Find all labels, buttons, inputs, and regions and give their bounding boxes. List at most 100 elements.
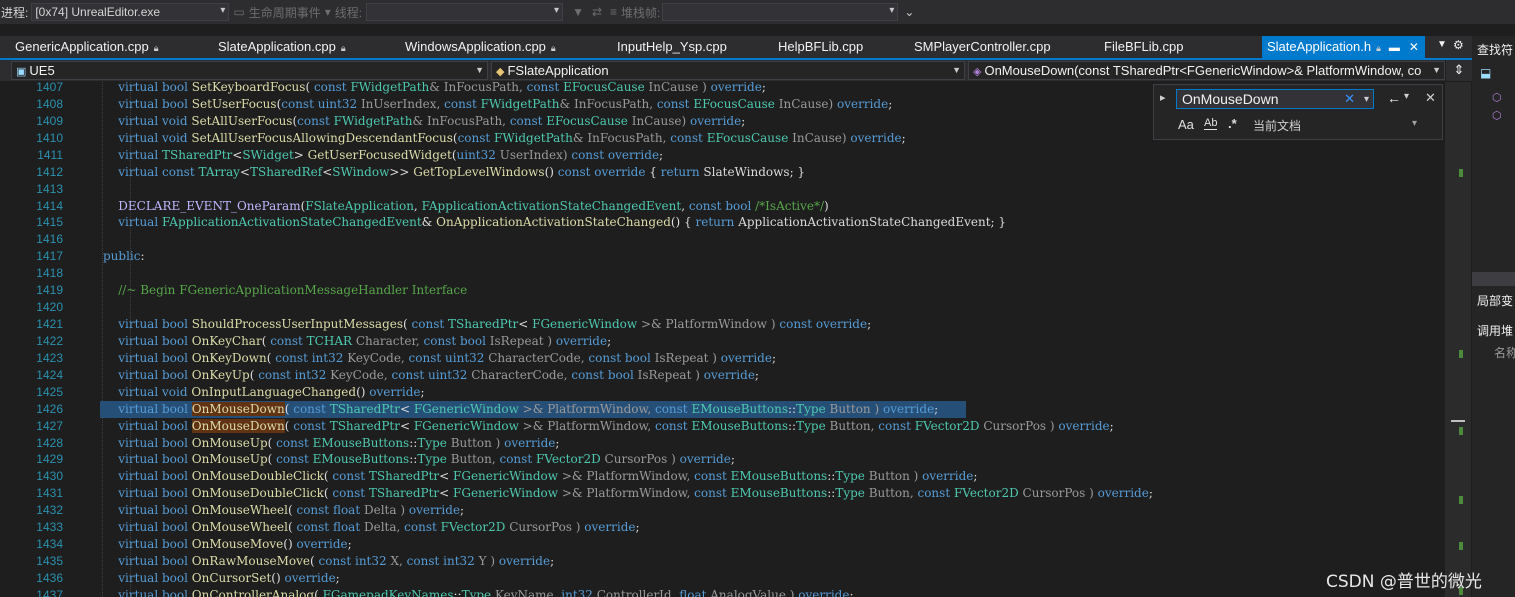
code-token: int32 (294, 367, 327, 382)
scope-dropdown[interactable]: ◆ FSlateApplication ▼ (491, 61, 965, 80)
toggle-flag-icon[interactable]: ⇄ (592, 5, 602, 19)
code-line[interactable]: 1426 virtual bool OnMouseDown( const TSh… (0, 400, 1445, 418)
whole-word-button[interactable]: Ab (1204, 117, 1218, 130)
lifecycle-events-label[interactable]: 生命周期事件 (249, 4, 321, 21)
pin-icon[interactable]: ▬ (1389, 42, 1400, 54)
close-find-icon[interactable]: ✕ (1425, 90, 1436, 106)
code-editor[interactable]: 1407 virtual bool SetKeyboardFocus( cons… (0, 82, 1445, 597)
code-line[interactable]: 1412 virtual const TArray<TSharedRef<SWi… (0, 164, 1445, 181)
tab-smplayercontroller-cpp[interactable]: SMPlayerController.cpp (914, 36, 1051, 58)
code-line[interactable]: 1414 DECLARE_EVENT_OneParam(FSlateApplic… (0, 198, 1445, 215)
member-dropdown[interactable]: ◈ OnMouseDown(const TSharedPtr<FGenericWi… (968, 61, 1445, 80)
code-line[interactable]: 1422 virtual bool OnKeyChar( const TCHAR… (0, 333, 1445, 350)
regex-button[interactable]: .* (1228, 116, 1237, 131)
tab-list-icon[interactable]: ▼ (1437, 39, 1447, 50)
thread-dropdown[interactable]: ▾ (366, 3, 564, 21)
toolbar-overflow-icon[interactable]: ⌄ (904, 5, 914, 19)
code-line[interactable]: 1423 virtual bool OnKeyDown( const int32… (0, 350, 1445, 367)
code-line[interactable]: 1415 virtual FApplicationActivationState… (0, 214, 1445, 231)
code-token: < (439, 486, 454, 501)
stack-frame-dropdown[interactable]: ▾ (662, 3, 899, 21)
tab-filebflib-cpp[interactable]: FileBFLib.cpp (1104, 36, 1183, 58)
tab-helpbflib-cpp[interactable]: HelpBFLib.cpp (778, 36, 863, 58)
gear-icon[interactable]: ⚙ (1453, 38, 1464, 52)
code-line[interactable]: 1418 (0, 265, 1445, 282)
code-line[interactable]: 1435 virtual bool OnRawMouseMove( const … (0, 553, 1445, 570)
code-line[interactable]: 1428 virtual bool OnMouseUp( const EMous… (0, 435, 1445, 452)
code-line[interactable]: 1417 public: (0, 248, 1445, 265)
split-editor-icon[interactable]: ⇕ (1446, 60, 1472, 81)
code-token: const (408, 350, 442, 365)
show-flagged-icon[interactable]: ≡ (610, 5, 617, 19)
tab-windowsapplication-cpp[interactable]: WindowsApplication.cpp 🔒︎ (405, 36, 556, 58)
expand-replace-icon[interactable]: ▸ (1160, 91, 1166, 104)
tab-slateapplication-cpp[interactable]: SlateApplication.cpp 🔒︎ (218, 36, 346, 58)
callstack-panel-title[interactable]: 调用堆 (1477, 322, 1513, 339)
horizontal-scrollbar[interactable] (1472, 272, 1515, 286)
code-text: virtual bool OnKeyDown( const int32 KeyC… (103, 350, 776, 367)
filter-icon[interactable]: ▼ (572, 5, 584, 19)
lifecycle-events-icon[interactable]: ▭ (233, 5, 244, 19)
close-tab-icon[interactable]: ✕ (1409, 40, 1419, 54)
chevron-down-icon[interactable]: ▾ (1364, 91, 1369, 109)
clear-search-icon[interactable]: ✕ (1344, 90, 1355, 108)
code-line[interactable]: 1424 virtual bool OnKeyUp( const int32 K… (0, 367, 1445, 384)
code-line[interactable]: 1416 (0, 231, 1445, 248)
code-token: override (284, 570, 336, 585)
code-token: /*IsActive*/ (755, 198, 825, 213)
line-number: 1434 (36, 537, 63, 552)
code-token: void (162, 384, 188, 399)
find-previous-icon[interactable]: ← (1387, 90, 1401, 106)
process-label: 进程: (1, 5, 29, 20)
find-symbol-panel-title[interactable]: 查找符 (1477, 41, 1513, 58)
code-token: DECLARE_EVENT_OneParam (118, 198, 301, 213)
code-line[interactable]: 1430 virtual bool OnMouseDoubleClick( co… (0, 468, 1445, 485)
search-scope-value[interactable]: 当前文档 (1253, 117, 1301, 134)
code-line[interactable]: 1425 virtual void OnInputLanguageChanged… (0, 384, 1445, 401)
code-line[interactable]: 1436 virtual bool OnCursorSet() override… (0, 570, 1445, 587)
code-token: InCause ) (644, 82, 711, 94)
project-dropdown[interactable]: ▣ UE5 ▼ (11, 61, 488, 80)
code-token: bool (162, 418, 188, 433)
code-line[interactable]: 1411 virtual TSharedPtr<SWidget> GetUser… (0, 147, 1445, 164)
chevron-down-icon: ▾ (554, 5, 560, 16)
code-line[interactable]: 1432 virtual bool OnMouseWheel( const fl… (0, 502, 1445, 519)
tab-genericapplication-cpp[interactable]: GenericApplication.cpp 🔒︎ (15, 36, 159, 58)
match-case-button[interactable]: Aa (1178, 117, 1194, 132)
code-line[interactable]: 1433 virtual bool OnMouseWheel( const fl… (0, 519, 1445, 536)
tab-slateapplication-h[interactable]: SlateApplication.h 🔒︎ ▬ ✕ (1262, 36, 1425, 58)
code-line[interactable]: 1420 (0, 299, 1445, 316)
method-icon: ◈ (973, 66, 982, 78)
process-dropdown[interactable]: [0x74] UnrealEditor.exe ▾ (31, 3, 230, 21)
lock-icon: 🔒︎ (153, 43, 159, 53)
code-line[interactable]: 1413 (0, 181, 1445, 198)
code-line[interactable]: 1429 virtual bool OnMouseUp( const EMous… (0, 451, 1445, 468)
tab-label: SlateApplication.cpp (218, 39, 336, 54)
code-token: () (283, 537, 297, 552)
code-line[interactable]: 1431 virtual bool OnMouseDoubleClick( co… (0, 485, 1445, 502)
line-number: 1436 (36, 570, 63, 585)
code-line[interactable]: 1421 virtual bool ShouldProcessUserInput… (0, 316, 1445, 333)
tab-inputhelp-ysp-cpp[interactable]: InputHelp_Ysp.cpp (617, 36, 727, 58)
code-token: override (850, 130, 902, 145)
editor-scrollbar[interactable] (1445, 82, 1471, 597)
code-token: const (406, 554, 440, 569)
locals-panel-title[interactable]: 局部变 (1477, 292, 1513, 309)
code-token: bool (162, 486, 188, 501)
code-line[interactable]: 1427 virtual bool OnMouseDown( const TSh… (0, 418, 1445, 435)
code-token: const (557, 164, 591, 179)
code-token: override (679, 452, 731, 467)
chevron-down-icon[interactable]: ▾ (1404, 91, 1409, 102)
code-token: IsRepeat ) (633, 367, 704, 382)
code-line[interactable]: 1437 virtual bool OnControllerAnalog( FG… (0, 587, 1445, 597)
code-token: FGenericWindow (413, 418, 519, 433)
code-token: OnMouseUp (191, 435, 268, 450)
code-line[interactable]: 1419 //~ Begin FGenericApplicationMessag… (0, 282, 1445, 299)
code-token: ; (754, 367, 759, 382)
code-line[interactable]: 1434 virtual bool OnMouseMove() override… (0, 536, 1445, 553)
find-input[interactable]: OnMouseDown ✕ ▾ (1176, 89, 1374, 109)
chevron-down-icon[interactable]: ▾ (1412, 118, 1417, 129)
symbol-toolbar-icon[interactable]: ⬓ (1480, 66, 1491, 80)
